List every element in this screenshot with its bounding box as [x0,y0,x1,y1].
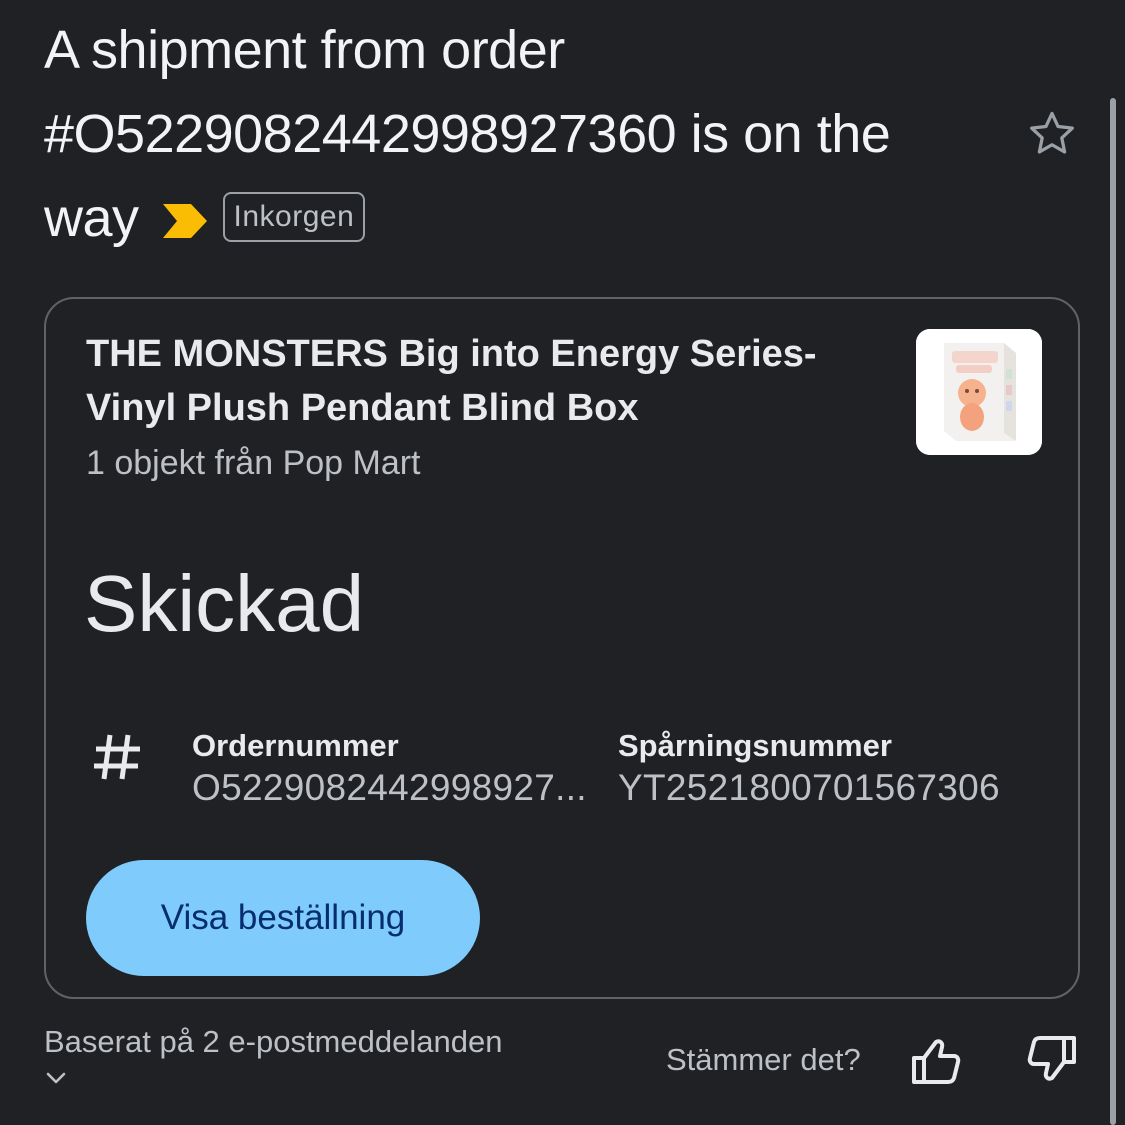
tracking-number-value[interactable]: YT2521800701567306 [618,765,1000,811]
chevron-down-icon[interactable] [44,1066,68,1090]
star-icon[interactable] [1024,106,1080,162]
inbox-label-chip[interactable]: Inkorgen [222,192,366,242]
order-number-value[interactable]: O5229082442998927... [192,765,608,811]
thumbs-down-icon[interactable] [1024,1030,1080,1086]
view-order-button[interactable]: Visa beställning [86,860,480,976]
order-number-label: Ordernummer [192,728,399,763]
scrollbar[interactable] [1110,98,1116,1125]
product-subtitle: 1 objekt från Pop Mart [86,444,421,482]
order-card: THE MONSTERS Big into Energy Series-Viny… [44,297,1080,999]
based-on-emails[interactable]: Baserat på 2 e-postmeddelanden [44,1022,502,1062]
shipment-status: Skickad [84,559,365,648]
tracking-number-label: Spårningsnummer [618,728,892,763]
tracking-number-field: Spårningsnummer YT2521800701567306 [618,727,1000,811]
feedback-question: Stämmer det? [666,1042,861,1077]
email-subject: A shipment from order #O5229082442998927… [44,8,984,260]
product-image [916,329,1042,455]
product-title: THE MONSTERS Big into Energy Series-Viny… [86,333,817,429]
importance-marker-icon[interactable] [161,180,209,238]
hash-icon [90,729,146,785]
thumbs-up-icon[interactable] [908,1034,964,1090]
order-number-field: Ordernummer O5229082442998927... [192,727,608,811]
